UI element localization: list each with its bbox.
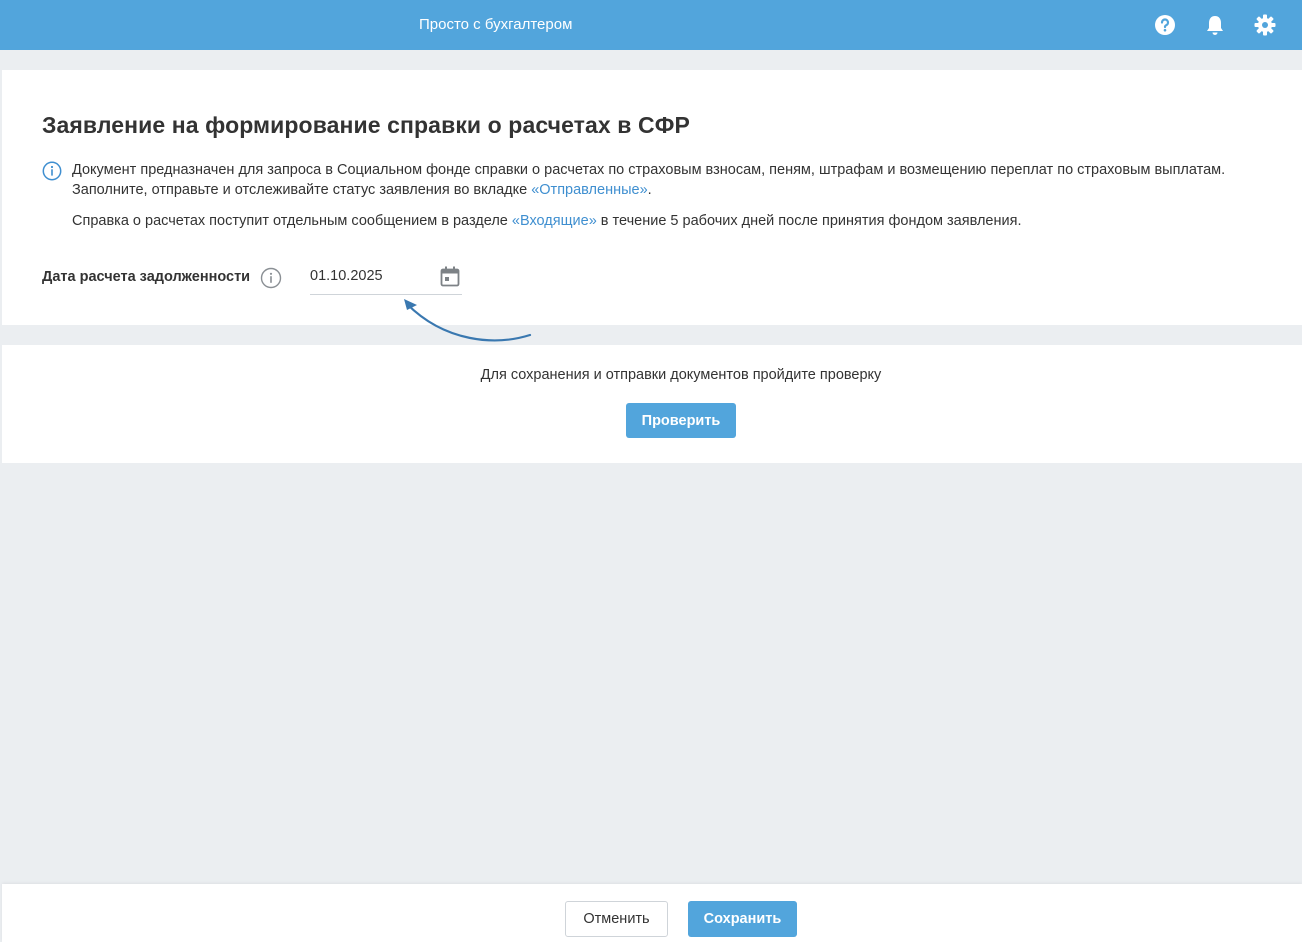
date-field[interactable]: 01.10.2025 (310, 262, 462, 295)
info-line-1: Документ предназначен для запроса в Соци… (72, 162, 1226, 178)
save-button[interactable]: Сохранить (688, 901, 797, 937)
info-line-2: Заполните, отправьте и отслеживайте стат… (72, 180, 1302, 200)
info-line-2-end: . (647, 182, 652, 198)
inbox-link[interactable]: «Входящие» (512, 213, 597, 229)
info-line-3-end: в течение 5 рабочих дней после принятия … (596, 213, 1022, 229)
bell-icon[interactable] (1203, 13, 1227, 37)
date-help-icon[interactable] (260, 267, 282, 289)
top-bar: Просто с бухгалтером (0, 0, 1302, 50)
check-button[interactable]: Проверить (626, 403, 736, 438)
check-message: Для сохранения и отправки документов про… (480, 367, 882, 383)
form-card: Заявление на формирование справки о расч… (2, 70, 1302, 325)
info-line-3-text: Справка о расчетах поступит отдельным со… (72, 213, 512, 229)
info-icon (42, 161, 62, 181)
help-icon[interactable] (1153, 13, 1177, 37)
date-value[interactable]: 01.10.2025 (310, 268, 383, 284)
info-block: Документ предназначен для запроса в Соци… (72, 160, 1302, 231)
footer-bar: Отменить Сохранить (2, 884, 1302, 942)
info-line-2-text: Заполните, отправьте и отслеживайте стат… (72, 182, 532, 198)
page-title: Заявление на формирование справки о расч… (42, 112, 690, 138)
gear-icon[interactable] (1253, 13, 1277, 37)
check-card: Для сохранения и отправки документов про… (2, 345, 1302, 463)
cancel-button[interactable]: Отменить (565, 901, 668, 937)
calendar-icon[interactable] (440, 266, 460, 288)
date-label: Дата расчета задолженности (42, 269, 251, 285)
sent-tab-link[interactable]: «Отправленные» (531, 182, 647, 198)
info-line-3: Справка о расчетах поступит отдельным со… (72, 211, 1302, 231)
app-title: Просто с бухгалтером (419, 16, 573, 33)
